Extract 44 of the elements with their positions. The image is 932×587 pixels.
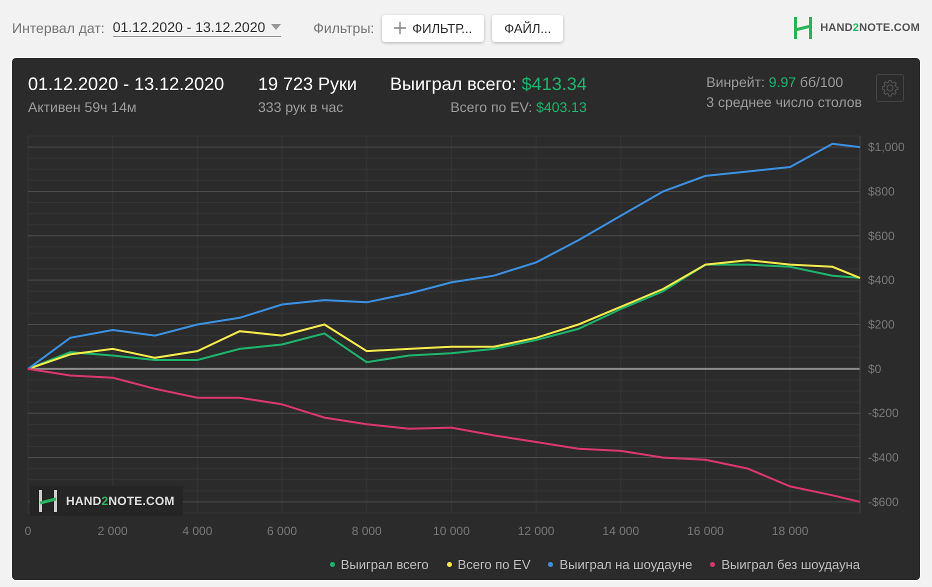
axis-label: 14 000 [602, 524, 640, 538]
axis-label: 16 000 [687, 524, 724, 538]
tables-text: 3 среднее число столов [706, 94, 862, 110]
add-filter-button[interactable]: ФИЛЬТР... [382, 14, 484, 42]
logo-icon [793, 17, 814, 39]
period-text: 01.12.2020 - 13.12.2020 [28, 74, 226, 95]
axis-label: -$400 [868, 450, 899, 465]
axis-label: 8 000 [352, 524, 382, 538]
total-won: Выиграл всего: $413.34 [390, 74, 587, 95]
axis-label: 0 [24, 524, 32, 538]
legend-label[interactable]: Выиграл на шоудауне [559, 557, 692, 572]
date-range-dropdown[interactable]: 01.12.2020 - 13.12.2020 [112, 19, 282, 37]
logo-text: HAND2NOTE.COM [820, 22, 920, 34]
axis-label: -$200 [868, 406, 899, 420]
axis-label: 18 000 [772, 524, 808, 538]
hands-per-hour: 333 рук в час [258, 99, 344, 115]
file-button[interactable]: ФАЙЛ... [492, 14, 564, 42]
axis-label: $400 [868, 273, 895, 288]
plus-icon [394, 22, 406, 34]
logo-text: HAND2NOTE.COM [66, 494, 175, 508]
legend-label[interactable]: Выиграл всего [340, 557, 429, 572]
axis-label: $800 [868, 184, 895, 198]
axis-label: $1,000 [868, 140, 905, 154]
field-label: Фильтры: [313, 20, 374, 36]
axis-label: -$600 [868, 494, 899, 509]
legend-label[interactable]: Выиграл без шоудауна [721, 557, 860, 572]
legend-label[interactable]: Всего по EV [458, 557, 530, 572]
axis-label: 10 000 [433, 524, 470, 538]
axis-label: 6 000 [267, 524, 298, 538]
axis-label: 4 000 [182, 524, 212, 538]
field-label: Интервал дат: [12, 20, 105, 36]
axis-label: 2 000 [98, 524, 128, 538]
gear-icon [881, 79, 899, 97]
logo-icon [38, 490, 58, 512]
hands-count: 19 723 Руки [258, 74, 358, 95]
settings-button[interactable] [876, 74, 904, 102]
axis-label: 12 000 [518, 524, 554, 538]
axis-label: $0 [868, 362, 882, 376]
axis-label: $600 [868, 228, 895, 243]
axis-label: $200 [868, 318, 895, 332]
ev-total: Всего по EV: $403.13 [450, 99, 587, 115]
caret-icon [271, 24, 282, 30]
winrate-text: Винрейт: 9.97 бб/100 [706, 74, 844, 90]
active-time: Активен 59ч 14м [28, 99, 138, 115]
